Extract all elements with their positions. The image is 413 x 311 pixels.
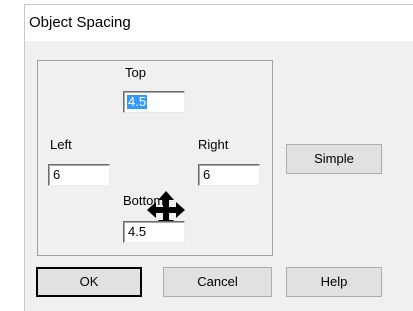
bottom-spacing-input[interactable]: 4.5 — [123, 221, 185, 243]
left-spacing-input[interactable]: 6 — [48, 164, 110, 186]
simple-button[interactable]: Simple — [286, 144, 382, 174]
desktop: Object Spacing Top 4.5 Left 6 Right 6 Bo… — [0, 0, 413, 311]
top-spacing-value: 4.5 — [127, 94, 148, 109]
right-spacing-input[interactable]: 6 — [198, 164, 260, 186]
top-spacing-input[interactable]: 4.5 — [123, 91, 185, 113]
object-spacing-dialog: Object Spacing Top 4.5 Left 6 Right 6 Bo… — [24, 4, 413, 311]
ok-button[interactable]: OK — [36, 267, 142, 297]
help-button[interactable]: Help — [286, 267, 382, 297]
top-label: Top — [125, 65, 146, 80]
bottom-spacing-value: 4.5 — [128, 224, 147, 239]
background-glyph — [0, 144, 6, 160]
left-spacing-value: 6 — [53, 167, 61, 182]
left-label: Left — [50, 137, 72, 152]
dialog-title: Object Spacing — [29, 14, 131, 31]
title-bar: Object Spacing — [25, 5, 413, 41]
spacing-group: Top 4.5 Left 6 Right 6 Bottom 4.5 — [37, 60, 273, 256]
bottom-label: Bottom — [123, 193, 165, 208]
right-spacing-value: 6 — [203, 167, 211, 182]
cancel-button[interactable]: Cancel — [163, 267, 272, 297]
right-label: Right — [198, 137, 229, 152]
